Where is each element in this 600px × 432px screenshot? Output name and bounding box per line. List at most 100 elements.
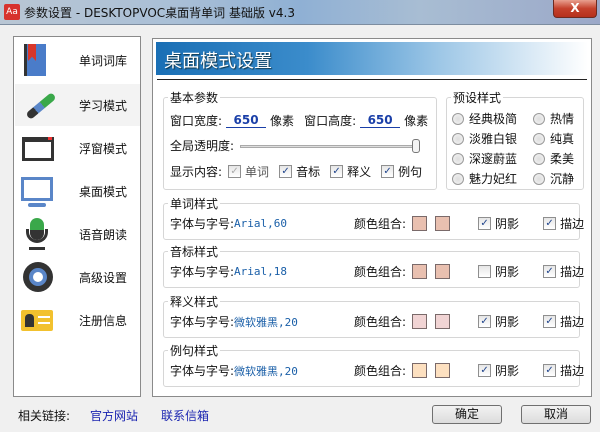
checkbox-label: 阴影: [495, 315, 520, 329]
preset-option[interactable]: 淡雅白银: [469, 130, 517, 147]
sidebar-item-word-library[interactable]: 单词词库: [15, 39, 140, 81]
checkbox-label: 阴影: [495, 265, 520, 279]
group-label: 预设样式: [451, 89, 504, 106]
radio-button[interactable]: [452, 132, 464, 145]
outline-checkbox[interactable]: ✓: [543, 265, 557, 278]
font-value-link[interactable]: 微软雅黑,20: [234, 363, 298, 379]
preset-option[interactable]: 纯真: [550, 130, 574, 147]
sidebar-item-study-mode[interactable]: 学习模式: [15, 84, 140, 126]
style-group: 单词样式 字体与字号: Arial,60 颜色组合: ✓ 阴影 ✓ 描边: [163, 195, 584, 240]
shadow-checkbox[interactable]: [478, 265, 492, 278]
divider: [157, 79, 587, 80]
width-label: 窗口宽度:: [170, 114, 223, 128]
color-swatch-secondary[interactable]: [435, 264, 451, 279]
checkbox-label: 描边: [560, 217, 585, 231]
preset-option[interactable]: 柔美: [550, 150, 574, 167]
contact-email-link[interactable]: 联系信箱: [161, 407, 209, 424]
radio-button[interactable]: [533, 112, 545, 125]
sidebar-item-float-mode[interactable]: 浮窗模式: [15, 127, 140, 169]
outline-checkbox[interactable]: ✓: [543, 315, 557, 328]
radio-button[interactable]: [452, 152, 464, 165]
sidebar-item-label: 浮窗模式: [79, 141, 128, 156]
color-swatch-primary[interactable]: [412, 216, 428, 231]
checkbox-label: 阴影: [495, 217, 520, 231]
font-value-link[interactable]: Arial,60: [234, 217, 287, 230]
official-site-link[interactable]: 官方网站: [90, 407, 138, 424]
group-label: 单词样式: [168, 195, 221, 212]
radio-button[interactable]: [452, 172, 464, 185]
sidebar-item-desktop-mode[interactable]: 桌面模式: [15, 170, 140, 212]
preset-option[interactable]: 沉静: [550, 170, 574, 187]
style-group: 音标样式 字体与字号: Arial,18 颜色组合: 阴影 ✓ 描边: [163, 243, 584, 288]
preset-option[interactable]: 经典极简: [469, 110, 517, 127]
checkbox-label: 音标: [296, 165, 321, 179]
color-label: 颜色组合:: [354, 364, 407, 378]
opacity-label: 全局透明度:: [170, 139, 235, 153]
checkbox-example[interactable]: ✓: [381, 165, 395, 178]
app-icon: Aa: [4, 4, 20, 20]
color-swatch-primary[interactable]: [412, 314, 428, 329]
style-group: 例句样式 字体与字号: 微软雅黑,20 颜色组合: ✓ 阴影 ✓ 描边: [163, 342, 584, 387]
checkbox-word[interactable]: ✓: [228, 165, 242, 178]
height-input[interactable]: 650: [360, 113, 401, 128]
shadow-checkbox[interactable]: ✓: [478, 217, 492, 230]
window-title: 参数设置 - DESKTOPVOC桌面背单词 基础版 v4.3: [24, 6, 295, 20]
sidebar-item-label: 学习模式: [79, 98, 128, 113]
cancel-button[interactable]: 取消: [521, 405, 591, 424]
height-label: 窗口高度:: [304, 114, 357, 128]
book-bookmark-icon: [20, 43, 54, 77]
color-swatch-secondary[interactable]: [435, 314, 451, 329]
color-label: 颜色组合:: [354, 217, 407, 231]
font-value-link[interactable]: Arial,18: [234, 265, 287, 278]
font-value-link[interactable]: 微软雅黑,20: [234, 314, 298, 330]
links-label: 相关链接:: [18, 409, 71, 423]
font-label: 字体与字号:: [170, 315, 235, 329]
radio-button[interactable]: [533, 172, 545, 185]
checkbox-label: 描边: [560, 265, 585, 279]
ok-button[interactable]: 确定: [432, 405, 502, 424]
color-swatch-primary[interactable]: [412, 363, 428, 378]
checkbox-meaning[interactable]: ✓: [330, 165, 344, 178]
paintbrush-icon: [20, 88, 57, 122]
radio-button[interactable]: [533, 152, 545, 165]
preset-option[interactable]: 魅力妃红: [469, 170, 517, 187]
color-swatch-secondary[interactable]: [435, 363, 451, 378]
checkbox-label: 描边: [560, 315, 585, 329]
gear-icon: [20, 260, 54, 294]
shadow-checkbox[interactable]: ✓: [478, 315, 492, 328]
color-label: 颜色组合:: [354, 315, 407, 329]
outline-checkbox[interactable]: ✓: [543, 364, 557, 377]
microphone-icon: [20, 217, 54, 251]
slider-thumb[interactable]: [412, 138, 421, 153]
unit-label: 像素: [404, 114, 429, 128]
radio-button[interactable]: [452, 112, 464, 125]
preset-option[interactable]: 热情: [550, 110, 574, 127]
color-label: 颜色组合:: [354, 265, 407, 279]
sidebar-item-advanced[interactable]: 高级设置: [15, 256, 140, 298]
close-button[interactable]: X: [553, 0, 597, 18]
style-group: 释义样式 字体与字号: 微软雅黑,20 颜色组合: ✓ 阴影 ✓ 描边: [163, 293, 584, 338]
group-label: 音标样式: [168, 243, 221, 260]
checkbox-phonetic[interactable]: ✓: [279, 165, 293, 178]
radio-button[interactable]: [533, 132, 545, 145]
sidebar-item-registration[interactable]: 注册信息: [15, 299, 140, 341]
sidebar-item-label: 语音朗读: [79, 227, 128, 242]
outline-checkbox[interactable]: ✓: [543, 217, 557, 230]
shadow-checkbox[interactable]: ✓: [478, 364, 492, 377]
preset-option[interactable]: 深邃蔚蓝: [469, 150, 517, 167]
width-input[interactable]: 650: [226, 113, 267, 128]
font-label: 字体与字号:: [170, 217, 235, 231]
sidebar-item-voice[interactable]: 语音朗读: [15, 213, 140, 255]
opacity-slider[interactable]: [240, 138, 421, 153]
display-label: 显示内容:: [170, 165, 223, 179]
font-label: 字体与字号:: [170, 364, 235, 378]
color-swatch-primary[interactable]: [412, 264, 428, 279]
font-label: 字体与字号:: [170, 265, 235, 279]
id-card-icon: [20, 303, 54, 337]
color-swatch-secondary[interactable]: [435, 216, 451, 231]
checkbox-label: 单词: [245, 165, 270, 179]
sidebar-item-label: 桌面模式: [79, 184, 128, 199]
monitor-icon: [20, 174, 54, 208]
checkbox-label: 描边: [560, 364, 585, 378]
panel-header: 桌面模式设置: [156, 42, 588, 75]
